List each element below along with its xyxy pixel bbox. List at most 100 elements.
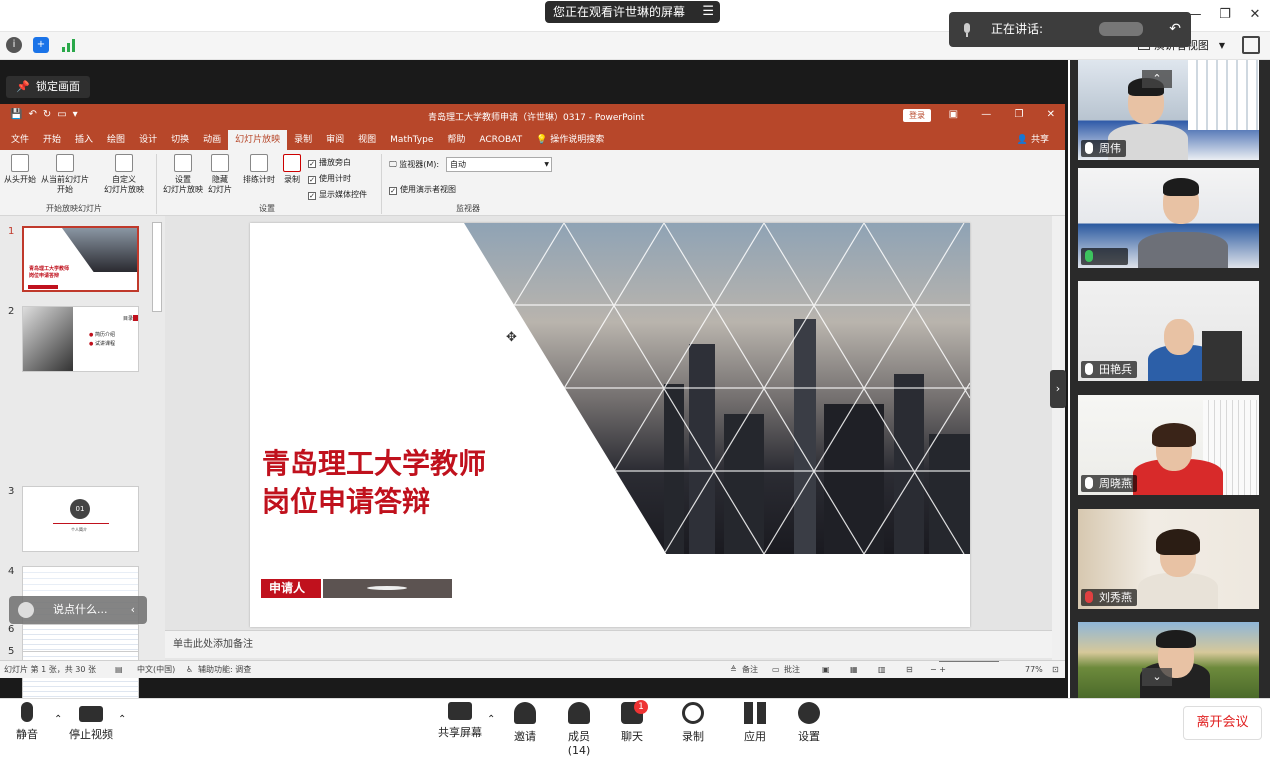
tab-home[interactable]: 开始 bbox=[36, 130, 68, 150]
tab-insert[interactable]: 插入 bbox=[68, 130, 100, 150]
slide-thumbnail-3[interactable]: 01 个人简介 bbox=[22, 486, 139, 552]
restore-icon[interactable]: ❐ bbox=[1210, 0, 1240, 30]
tab-design[interactable]: 设计 bbox=[132, 130, 164, 150]
floating-chat-input[interactable]: 说点什么... ‹ bbox=[9, 596, 147, 624]
viewing-banner-text: 您正在观看许世琳的屏幕 bbox=[553, 5, 686, 19]
participant-tile[interactable]: 周晓燕 bbox=[1078, 395, 1259, 495]
microphone-icon bbox=[1085, 363, 1093, 375]
tab-transitions[interactable]: 切换 bbox=[164, 130, 196, 150]
group-setup-label: 设置 bbox=[259, 204, 275, 213]
from-current-button[interactable]: 从当前幻灯片 开始 bbox=[38, 154, 92, 195]
chevron-up-icon[interactable]: ⌃ bbox=[118, 714, 126, 725]
chevron-down-icon: ▼ bbox=[544, 161, 549, 168]
fullscreen-icon[interactable] bbox=[1242, 36, 1260, 54]
spellcheck-icon[interactable]: ▤ bbox=[115, 661, 123, 679]
tab-view[interactable]: 视图 bbox=[351, 130, 383, 150]
tab-acrobat[interactable]: ACROBAT bbox=[472, 130, 529, 150]
tab-search[interactable]: 💡 操作说明搜索 bbox=[529, 130, 611, 150]
tab-help[interactable]: 帮助 bbox=[440, 130, 472, 150]
collapse-gallery-button[interactable]: › bbox=[1050, 370, 1066, 408]
status-accessibility[interactable]: 辅助功能: 调查 bbox=[198, 661, 251, 679]
signal-icon[interactable] bbox=[61, 37, 77, 53]
status-language[interactable]: 中文(中国) bbox=[137, 661, 175, 679]
participant-tile[interactable] bbox=[1078, 168, 1259, 268]
tab-slideshow[interactable]: 幻灯片放映 bbox=[228, 130, 288, 150]
reading-view-icon[interactable]: ▥ bbox=[878, 661, 886, 679]
chat-unread-badge: 1 bbox=[634, 700, 648, 714]
shield-icon[interactable]: + bbox=[33, 37, 49, 53]
apps-button[interactable]: 应用 bbox=[742, 702, 768, 744]
settings-button[interactable]: 设置 bbox=[796, 702, 822, 744]
record-button[interactable]: 录制 bbox=[680, 702, 706, 744]
rehearse-timings-button[interactable]: 排练计时 bbox=[240, 154, 278, 185]
notes-pane[interactable]: 单击此处添加备注 bbox=[165, 630, 1052, 658]
lock-screen-button[interactable]: 📌 锁定画面 bbox=[6, 76, 90, 98]
presenter-view-checkbox[interactable]: ✓ 使用演示者视图 bbox=[389, 185, 456, 195]
invite-button[interactable]: 邀请 bbox=[512, 702, 538, 744]
members-label: 成员(14) bbox=[567, 730, 591, 757]
chevron-up-icon[interactable]: ⌃ bbox=[487, 714, 495, 725]
setup-slideshow-button[interactable]: 设置 幻灯片放映 bbox=[160, 154, 206, 195]
chevron-up-icon[interactable]: ⌃ bbox=[54, 714, 62, 725]
use-timings-checkbox[interactable]: ✓ 使用计时 bbox=[308, 174, 351, 184]
slide-scrollbar[interactable] bbox=[1052, 216, 1065, 660]
tab-draw[interactable]: 绘图 bbox=[100, 130, 132, 150]
tab-record[interactable]: 录制 bbox=[287, 130, 319, 150]
ppt-window-controls[interactable]: ▣ — ❐ ✕ bbox=[949, 109, 1055, 120]
info-icon[interactable]: i bbox=[6, 37, 22, 53]
slide-thumbnail-1[interactable]: 青岛理工大学教师 岗位申请答辩 bbox=[22, 226, 139, 292]
participant-tile[interactable]: 田艳兵 bbox=[1078, 281, 1259, 381]
menu-icon[interactable]: ☰ bbox=[702, 1, 714, 23]
status-comments-button[interactable]: 批注 bbox=[784, 661, 800, 679]
slide-sorter-icon[interactable]: ▦ bbox=[850, 661, 858, 679]
status-zoom[interactable]: 77% bbox=[1025, 661, 1043, 679]
leave-meeting-button[interactable]: 离开会议 bbox=[1183, 706, 1262, 740]
signature-scribble bbox=[367, 586, 407, 590]
tab-file[interactable]: 文件 bbox=[4, 130, 36, 150]
close-icon[interactable]: ✕ bbox=[1240, 0, 1270, 30]
tab-mathtype[interactable]: MathType bbox=[383, 130, 440, 150]
viewing-banner[interactable]: 您正在观看许世琳的屏幕 ☰ bbox=[545, 1, 720, 23]
gallery-scroll-down-icon[interactable]: ⌄ bbox=[1142, 668, 1172, 686]
tab-review[interactable]: 审阅 bbox=[319, 130, 351, 150]
bullet-icon: ● bbox=[89, 332, 94, 338]
quick-access-toolbar[interactable]: 💾↶↻▭▾ bbox=[10, 109, 84, 120]
login-button[interactable]: 登录 bbox=[903, 109, 931, 122]
status-notes-button[interactable]: 备注 bbox=[742, 661, 758, 679]
emoji-icon[interactable] bbox=[18, 602, 34, 618]
ppt-share-button[interactable]: 👤 共享 bbox=[1017, 132, 1049, 145]
normal-view-icon[interactable]: ▣ bbox=[822, 661, 830, 679]
return-icon[interactable]: ↶ bbox=[1169, 12, 1181, 47]
share-screen-button[interactable]: 共享屏幕 bbox=[438, 702, 482, 740]
slide-thumbnail-6[interactable] bbox=[22, 624, 139, 652]
participant-tile[interactable]: 刘秀燕 bbox=[1078, 509, 1259, 609]
gallery-scroll-up-icon[interactable]: ⌃ bbox=[1142, 70, 1172, 88]
ppt-title-bar: 💾↶↻▭▾ 青岛理工大学教师申请（许世琳）0317 - PowerPoint 登… bbox=[0, 104, 1065, 128]
play-narration-checkbox[interactable]: ✓ 播放旁白 bbox=[308, 158, 351, 168]
hide-slide-button[interactable]: 隐藏 幻灯片 bbox=[204, 154, 236, 195]
monitor-select[interactable]: 自动 ▼ bbox=[446, 157, 552, 172]
thumb2-agenda: ● 简历介绍 ● 试讲课程 bbox=[89, 331, 115, 349]
fit-slide-icon[interactable]: ⊡ bbox=[1052, 661, 1059, 679]
chevron-left-icon[interactable]: ‹ bbox=[131, 596, 135, 624]
group-start-label: 开始放映幻灯片 bbox=[46, 204, 102, 213]
thumb-number: 6 bbox=[8, 624, 15, 635]
record-slideshow-button[interactable]: 录制 bbox=[278, 154, 306, 185]
slide-thumbnail-2[interactable]: 目录 ● 简历介绍 ● 试讲课程 bbox=[22, 306, 139, 372]
participant-name bbox=[1081, 248, 1129, 265]
participant-tile[interactable] bbox=[1078, 622, 1259, 698]
mute-button[interactable]: 静音 bbox=[12, 702, 42, 742]
presentation-view-icon[interactable]: ⊟ bbox=[906, 661, 913, 679]
show-media-checkbox[interactable]: ✓ 显示媒体控件 bbox=[308, 190, 367, 200]
participant-name: 田艳兵 bbox=[1081, 361, 1137, 378]
custom-slideshow-button[interactable]: 自定义 幻灯片放映 bbox=[98, 154, 150, 195]
from-start-button[interactable]: 从头开始 bbox=[2, 154, 38, 185]
microphone-speaking-icon bbox=[1085, 250, 1093, 262]
hide-slide-icon bbox=[211, 154, 229, 172]
zoom-slider[interactable]: − + bbox=[930, 661, 1012, 679]
current-slide[interactable]: 青岛理工大学教师 岗位申请答辩 申请人 bbox=[250, 223, 970, 627]
tab-animations[interactable]: 动画 bbox=[196, 130, 228, 150]
thumbnail-scrollbar[interactable] bbox=[152, 222, 162, 312]
stop-video-button[interactable]: 停止视频 bbox=[68, 702, 114, 742]
members-button[interactable]: 成员(14) bbox=[557, 702, 601, 757]
